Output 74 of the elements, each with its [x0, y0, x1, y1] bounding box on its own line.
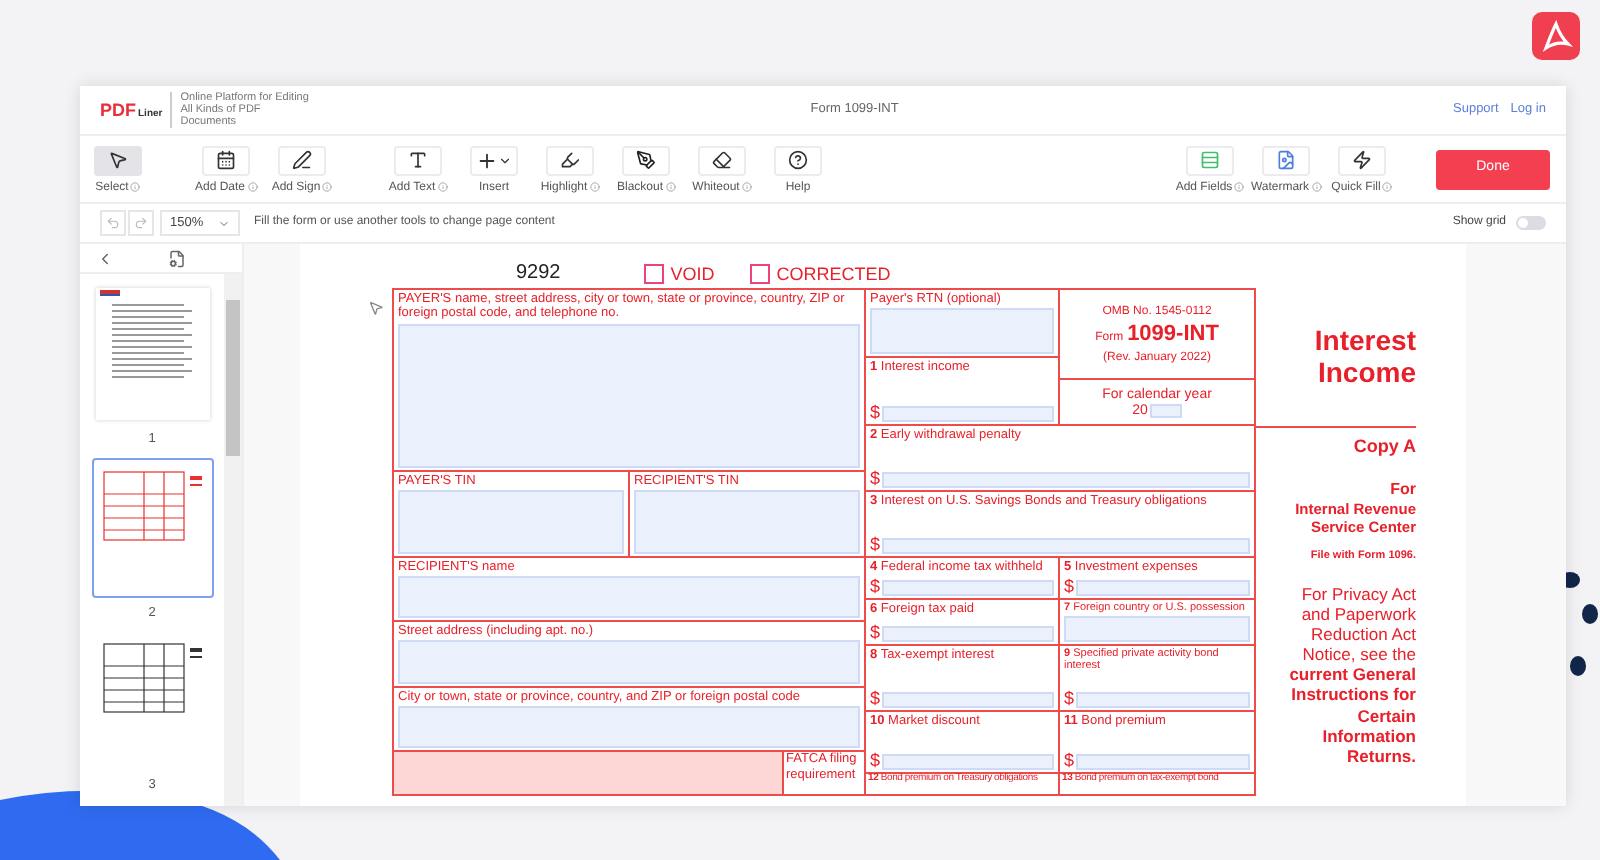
- input-field[interactable]: [882, 754, 1054, 770]
- form-name: 1099-INT: [1127, 323, 1219, 345]
- year-field[interactable]: [1149, 403, 1182, 417]
- input-field[interactable]: [882, 692, 1054, 708]
- input-field[interactable]: [882, 538, 1250, 554]
- input-field[interactable]: [398, 576, 860, 618]
- eraser-icon: [712, 150, 732, 170]
- caret-icon: [498, 153, 512, 167]
- lightning-icon: [1352, 150, 1372, 170]
- checkbox-label: CORRECTED: [776, 265, 891, 283]
- dollar-sign: $: [870, 536, 881, 554]
- logo-icon: [1532, 12, 1580, 60]
- tool-button[interactable]: [774, 145, 822, 175]
- back-icon[interactable]: [96, 249, 114, 267]
- tool-button[interactable]: [202, 145, 250, 175]
- notice-text: For Privacy Act and Paperwork Reduction Act Notice, see the current General Instructions for Certain Information Returns.: [1287, 583, 1416, 767]
- dollar-sign: $: [1064, 752, 1075, 770]
- dollar-sign: $: [870, 752, 881, 770]
- redo-button[interactable]: [128, 210, 154, 236]
- input-field[interactable]: [634, 490, 860, 554]
- redo-icon: [134, 216, 148, 230]
- input-field[interactable]: [870, 308, 1054, 354]
- marker-icon: [636, 150, 656, 170]
- input-field[interactable]: [398, 490, 624, 554]
- input-field[interactable]: [1076, 580, 1250, 596]
- show-grid-toggle[interactable]: [1516, 216, 1546, 230]
- cursor-icon: [368, 300, 384, 316]
- input-field[interactable]: [882, 626, 1054, 642]
- input-field[interactable]: [1064, 616, 1250, 642]
- help-icon: [788, 150, 808, 170]
- form-number: 9292: [516, 264, 561, 284]
- dollar-sign: $: [1064, 690, 1075, 708]
- tool-button[interactable]: [94, 145, 142, 175]
- input-field[interactable]: [398, 640, 860, 684]
- scrollbar[interactable]: [224, 274, 242, 806]
- dollar-sign: $: [870, 690, 881, 708]
- logo-text: PDF: [100, 101, 136, 119]
- highlighter-icon: [560, 150, 580, 170]
- tool-button[interactable]: [698, 145, 746, 175]
- input-field[interactable]: [882, 580, 1054, 596]
- input-field[interactable]: [1076, 754, 1250, 770]
- page-settings-icon[interactable]: [168, 249, 186, 267]
- plus-icon: [476, 149, 498, 171]
- dollar-sign: $: [1064, 578, 1075, 596]
- input-field[interactable]: [882, 406, 1054, 422]
- checkbox[interactable]: [750, 264, 771, 284]
- checkbox[interactable]: [644, 264, 665, 284]
- input-field[interactable]: [398, 323, 860, 468]
- pen-icon: [292, 150, 312, 170]
- tool-button[interactable]: [470, 145, 518, 175]
- tool-button[interactable]: [546, 145, 594, 175]
- for-label: For: [1390, 482, 1416, 498]
- undo-button[interactable]: [100, 210, 126, 236]
- image-file-icon: [1276, 150, 1296, 170]
- text-icon: [408, 150, 428, 170]
- tool-button[interactable]: [1338, 145, 1386, 175]
- undo-icon: [106, 216, 120, 230]
- copy-label: Copy A: [1353, 438, 1416, 456]
- tool-button[interactable]: [394, 145, 442, 175]
- input-field[interactable]: [882, 472, 1250, 488]
- rows-icon: [1200, 150, 1220, 170]
- dollar-sign: $: [870, 404, 881, 422]
- pointer-icon: [108, 150, 128, 170]
- input-field[interactable]: [398, 706, 860, 748]
- dollar-sign: $: [870, 578, 881, 596]
- form-heading: Interest Income: [1312, 324, 1416, 393]
- tool-button[interactable]: [278, 145, 326, 175]
- dollar-sign: $: [870, 470, 881, 488]
- dollar-sign: $: [870, 624, 881, 642]
- calendar-icon: [216, 150, 236, 170]
- checkbox-label: VOID: [670, 265, 715, 283]
- caret-icon: [218, 217, 230, 229]
- input-field[interactable]: [1076, 692, 1250, 708]
- tool-button[interactable]: [622, 145, 670, 175]
